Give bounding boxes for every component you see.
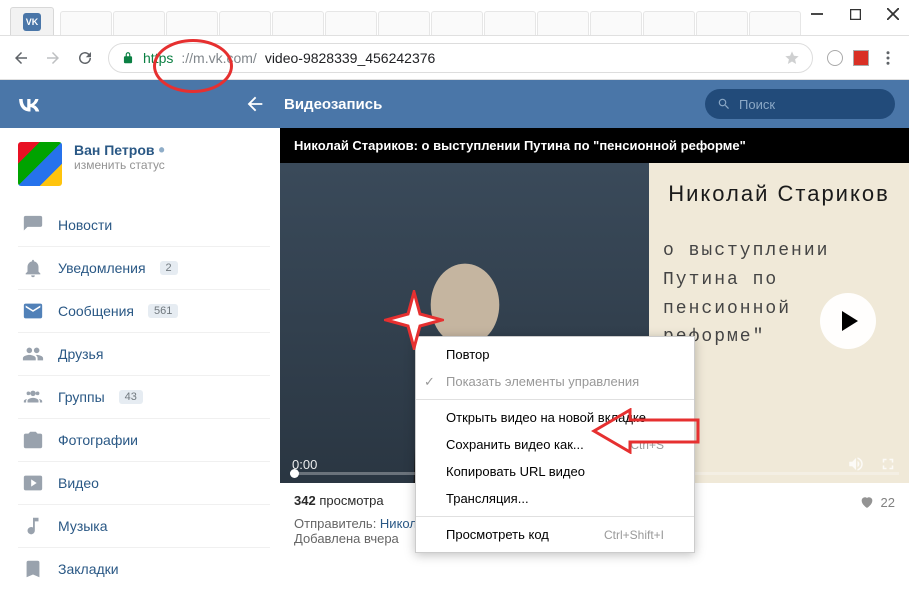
sidebar-item-label: Группы	[58, 389, 105, 405]
extension-icons	[827, 49, 897, 67]
url-input[interactable]: https ://m.vk.com/video-9828339_456242376	[108, 43, 813, 73]
browser-titlebar: VK	[0, 0, 909, 36]
profile-status[interactable]: изменить статус	[74, 158, 165, 172]
ghost-tabs	[60, 11, 802, 35]
cm-item-cast[interactable]: Трансляция...	[416, 485, 694, 512]
sidebar-item-music[interactable]: Музыка	[18, 505, 270, 548]
menu-icon[interactable]	[879, 49, 897, 67]
sidebar-item-label: Новости	[58, 217, 112, 233]
video-caption: Николай Стариков: о выступлении Путина п…	[280, 128, 909, 163]
sidebar-item-photos[interactable]: Фотографии	[18, 419, 270, 462]
forward-icon[interactable]	[44, 49, 62, 67]
url-protocol: https	[143, 50, 173, 66]
cm-separator	[416, 516, 694, 517]
profile-name: Ван Петров•	[74, 142, 165, 158]
sidebar-item-groups[interactable]: Группы 43	[18, 376, 270, 419]
bookmark-star-icon[interactable]	[784, 50, 800, 66]
volume-icon[interactable]	[847, 455, 865, 473]
cm-item-copy-url[interactable]: Копировать URL видео	[416, 458, 694, 485]
url-host: ://m.vk.com/	[181, 50, 256, 66]
badge: 43	[119, 390, 143, 404]
cm-item-inspect[interactable]: Просмотреть кодCtrl+Shift+I	[416, 521, 694, 548]
page-title: Видеозапись	[284, 96, 705, 113]
reload-icon[interactable]	[76, 49, 94, 67]
news-icon	[22, 214, 44, 236]
sidebar-item-messages[interactable]: Сообщения 561	[18, 290, 270, 333]
cm-separator	[416, 399, 694, 400]
sidebar-item-friends[interactable]: Друзья	[18, 333, 270, 376]
back-icon[interactable]	[12, 49, 30, 67]
search-placeholder: Поиск	[739, 97, 775, 112]
extension-icon[interactable]	[827, 50, 843, 66]
sidebar-item-label: Музыка	[58, 518, 108, 534]
cm-item-show-controls[interactable]: ✓Показать элементы управления	[416, 368, 694, 395]
fullscreen-icon[interactable]	[879, 455, 897, 473]
sidebar-item-news[interactable]: Новости	[18, 204, 270, 247]
play-button[interactable]	[820, 293, 876, 349]
cm-item-open-new-tab[interactable]: Открыть видео на новой вкладке	[416, 404, 694, 431]
music-icon	[22, 515, 44, 537]
search-icon	[717, 97, 731, 111]
bell-icon	[22, 257, 44, 279]
sidebar-item-notifications[interactable]: Уведомления 2	[18, 247, 270, 290]
sender-label: Отправитель:	[294, 516, 380, 531]
sidebar-item-label: Фотографии	[58, 432, 138, 448]
sidebar: Ван Петров• изменить статус Новости Увед…	[0, 128, 280, 584]
sidebar-item-label: Друзья	[58, 346, 103, 362]
like-count[interactable]: 22	[859, 494, 895, 510]
badge: 561	[148, 304, 178, 318]
camera-icon	[22, 429, 44, 451]
video-icon	[22, 472, 44, 494]
vk-header: Видеозапись Поиск	[0, 80, 909, 128]
minimize-button[interactable]	[809, 6, 825, 22]
url-path: video-9828339_456242376	[265, 50, 436, 66]
sidebar-item-video[interactable]: Видео	[18, 462, 270, 505]
maximize-button[interactable]	[847, 6, 863, 22]
badge: 2	[160, 261, 178, 275]
cm-item-loop[interactable]: Повтор	[416, 341, 694, 368]
messages-icon	[22, 300, 44, 322]
sidebar-item-label: Уведомления	[58, 260, 146, 276]
vk-favicon: VK	[23, 13, 41, 31]
play-icon	[842, 311, 858, 331]
address-bar: https ://m.vk.com/video-9828339_456242376	[0, 36, 909, 80]
lock-icon	[121, 51, 135, 65]
back-arrow-icon[interactable]	[244, 93, 266, 115]
bookmark-icon	[22, 558, 44, 580]
context-menu: Повтор ✓Показать элементы управления Отк…	[415, 336, 695, 553]
groups-icon	[22, 386, 44, 408]
profile-block[interactable]: Ван Петров• изменить статус	[18, 142, 270, 186]
cm-item-save-video-as[interactable]: Сохранить видео как...Ctrl+S	[416, 431, 694, 458]
avatar	[18, 142, 62, 186]
active-tab[interactable]: VK	[10, 7, 54, 35]
sidebar-item-label: Закладки	[58, 561, 119, 577]
sidebar-item-label: Сообщения	[58, 303, 134, 319]
search-input[interactable]: Поиск	[705, 89, 895, 119]
extension-icon[interactable]	[853, 50, 869, 66]
vk-logo-icon[interactable]	[14, 89, 44, 119]
progress-knob[interactable]	[290, 469, 299, 478]
heart-icon	[859, 494, 875, 510]
sidebar-item-label: Видео	[58, 475, 99, 491]
close-button[interactable]	[885, 6, 901, 22]
friends-icon	[22, 343, 44, 365]
